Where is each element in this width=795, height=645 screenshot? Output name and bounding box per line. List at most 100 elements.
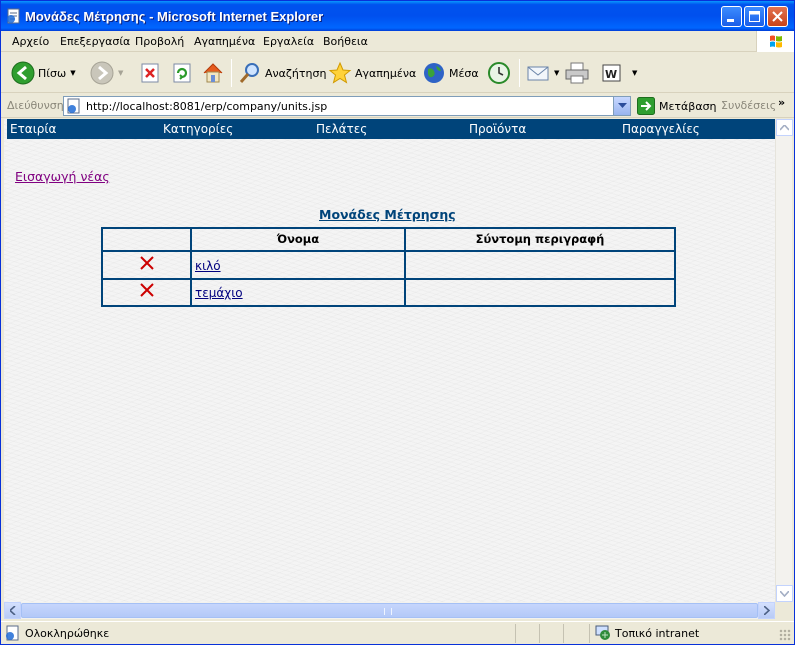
status-panel	[539, 624, 563, 643]
favorites-label: Αγαπημένα	[355, 66, 417, 80]
table-title[interactable]: Μονάδες Μέτρησης	[319, 207, 456, 222]
history-button[interactable]	[487, 59, 511, 87]
status-panel	[563, 624, 587, 643]
status-panel	[515, 624, 539, 643]
links-label[interactable]: Συνδέσεις	[721, 99, 776, 112]
insert-new-link[interactable]: Εισαγωγή νέας	[15, 169, 110, 184]
mail-button[interactable]: ▼	[526, 59, 559, 87]
stop-button[interactable]	[139, 59, 161, 87]
minimize-button[interactable]	[721, 6, 742, 27]
toolbar: Πίσω ▼ ▼ Αναζήτηση Αγαπημένα Μέσα ▼ W ▼	[1, 53, 794, 93]
table-row-action-cell	[103, 252, 192, 280]
mail-icon	[527, 66, 549, 81]
toolbar-separator	[519, 59, 520, 87]
table-header-name: Όνομα	[192, 229, 406, 252]
go-label: Μετάβαση	[659, 99, 717, 113]
media-globe-icon	[424, 63, 444, 83]
stop-icon	[141, 63, 159, 83]
forward-button[interactable]: ▼	[90, 59, 123, 87]
unit-link-piece[interactable]: τεμάχιο	[195, 286, 243, 300]
media-button[interactable]: Μέσα	[422, 59, 479, 87]
chevron-down-icon	[617, 103, 627, 108]
back-dropdown-icon[interactable]: ▼	[70, 69, 75, 77]
table-header-description: Σύντομη περιγραφή	[406, 229, 674, 252]
status-text: Ολοκληρώθηκε	[25, 627, 110, 640]
forward-dropdown-icon: ▼	[118, 69, 124, 77]
title-bar: Μονάδες Μέτρησης - Microsoft Internet Ex…	[1, 1, 794, 31]
chevron-down-icon	[780, 590, 789, 597]
printer-icon	[565, 62, 589, 84]
go-button[interactable]: Μετάβαση	[637, 97, 717, 115]
star-icon	[328, 61, 352, 84]
unit-link-kilo[interactable]: κιλό	[195, 259, 221, 273]
toolbar-separator	[231, 59, 232, 87]
scroll-thumb[interactable]	[21, 603, 758, 618]
table-header-actions	[103, 229, 192, 252]
maximize-icon	[749, 11, 760, 22]
edit-word-button[interactable]: W ▼	[602, 59, 637, 87]
home-button[interactable]	[201, 59, 225, 87]
mail-dropdown-icon[interactable]: ▼	[554, 69, 559, 77]
print-button[interactable]	[564, 59, 590, 87]
search-button[interactable]: Αναζήτηση	[238, 59, 326, 87]
address-input[interactable]: http://localhost:8081/erp/company/units.…	[63, 96, 631, 116]
horizontal-scrollbar[interactable]	[4, 602, 775, 619]
nav-customers[interactable]: Πελάτες	[316, 122, 367, 136]
chevron-right-icon	[763, 606, 770, 615]
menu-help[interactable]: Βοήθεια	[323, 35, 368, 48]
nav-products[interactable]: Προϊόντα	[469, 122, 526, 136]
edit-dropdown-icon[interactable]: ▼	[632, 69, 637, 77]
table-row-action-cell	[103, 280, 192, 305]
page-icon	[7, 8, 20, 24]
refresh-button[interactable]	[171, 59, 193, 87]
home-icon	[203, 63, 223, 83]
chevron-up-icon	[780, 124, 789, 131]
menu-tools[interactable]: Εργαλεία	[263, 35, 314, 48]
back-arrow-icon	[11, 61, 35, 85]
scroll-right-button[interactable]	[758, 602, 775, 619]
media-label: Μέσα	[449, 66, 479, 80]
search-label: Αναζήτηση	[265, 66, 327, 80]
forward-arrow-icon	[90, 61, 114, 85]
maximize-button[interactable]	[744, 6, 765, 27]
window-title: Μονάδες Μέτρησης - Microsoft Internet Ex…	[25, 9, 324, 24]
nav-orders[interactable]: Παραγγελίες	[622, 122, 700, 136]
scrollbar-corner	[775, 602, 792, 619]
address-dropdown-button[interactable]	[613, 97, 630, 115]
browser-window: Μονάδες Μέτρησης - Microsoft Internet Ex…	[0, 0, 795, 645]
chevron-left-icon	[9, 606, 16, 615]
toolbar-chevron[interactable]: »	[778, 96, 785, 109]
site-nav: Εταιρία Κατηγορίες Πελάτες Προϊόντα Παρα…	[7, 119, 775, 139]
delete-icon[interactable]	[140, 283, 154, 297]
scroll-left-button[interactable]	[4, 602, 21, 619]
menu-file[interactable]: Αρχείο	[12, 35, 49, 48]
menu-view[interactable]: Προβολή	[135, 35, 184, 48]
menu-favorites[interactable]: Αγαπημένα	[194, 35, 255, 48]
search-icon	[239, 63, 259, 83]
intranet-icon	[595, 625, 610, 640]
go-arrow-icon	[637, 97, 655, 115]
history-icon	[488, 62, 510, 84]
address-label: Διεύθυνση	[7, 99, 64, 112]
resize-grip[interactable]	[779, 629, 791, 641]
nav-categories[interactable]: Κατηγορίες	[163, 122, 233, 136]
scroll-up-button[interactable]	[776, 119, 793, 136]
back-button[interactable]: Πίσω ▼	[11, 59, 76, 87]
refresh-icon	[173, 63, 191, 83]
favorites-button[interactable]: Αγαπημένα	[328, 59, 416, 87]
vertical-scrollbar[interactable]	[775, 119, 793, 602]
nav-company[interactable]: Εταιρία	[10, 122, 56, 136]
scroll-down-button[interactable]	[776, 585, 793, 602]
table-row-name-cell: τεμάχιο	[192, 280, 406, 305]
close-button[interactable]	[767, 6, 788, 27]
page-done-icon	[6, 625, 19, 641]
table-row-description-cell	[406, 252, 674, 280]
scroll-grip	[384, 608, 392, 615]
address-url: http://localhost:8081/erp/company/units.…	[86, 100, 328, 113]
units-table: Όνομα Σύντομη περιγραφή κιλό τεμάχιο	[101, 227, 676, 307]
delete-icon[interactable]	[140, 256, 154, 270]
word-icon: W	[602, 64, 621, 82]
svg-text:W: W	[605, 68, 617, 81]
menu-edit[interactable]: Επεξεργασία	[60, 35, 130, 48]
minimize-icon	[727, 19, 734, 22]
